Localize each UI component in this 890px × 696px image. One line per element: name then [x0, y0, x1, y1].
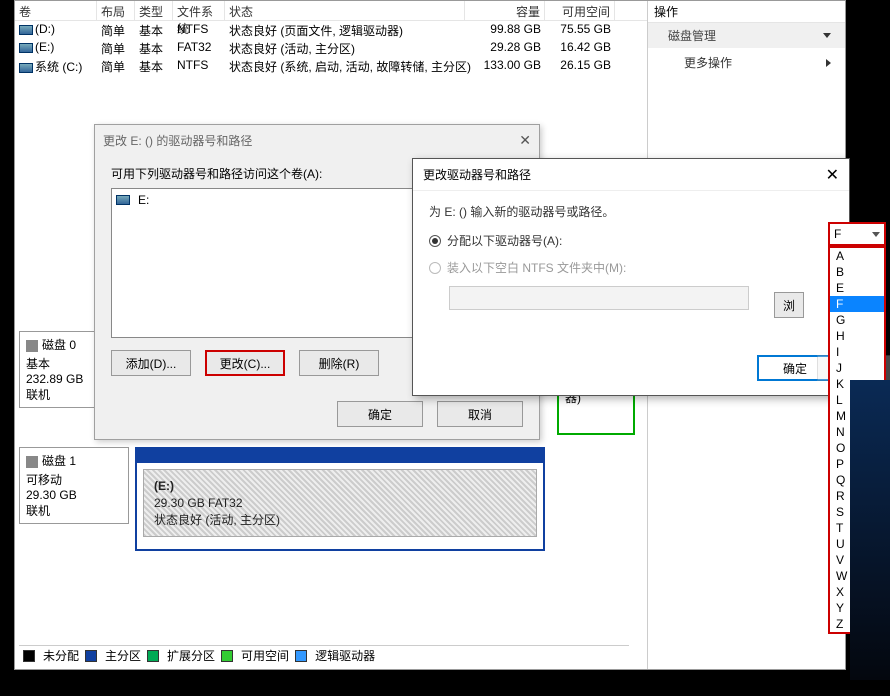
col-volume[interactable]: 卷 [15, 1, 97, 20]
actions-title: 操作 [648, 1, 845, 23]
partition-status: 状态良好 (活动, 主分区) [154, 512, 526, 529]
col-fs[interactable]: 文件系统 [173, 1, 225, 20]
drive-icon [19, 63, 33, 73]
dialog-title: 更改驱动器号和路径 [423, 166, 531, 183]
mount-path-input [449, 286, 749, 310]
radio-icon [429, 262, 441, 274]
legend-unallocated: 未分配 [43, 647, 79, 664]
add-button[interactable]: 添加(D)... [111, 350, 191, 376]
partition-name: (E:) [154, 479, 174, 493]
legend: 未分配 主分区 扩展分区 可用空间 逻辑驱动器 [19, 645, 629, 665]
vol-name: (E:) [35, 40, 54, 54]
partition-size: 29.30 GB FAT32 [154, 495, 526, 512]
dropdown-option[interactable]: G [830, 312, 884, 328]
col-type[interactable]: 类型 [135, 1, 173, 20]
browse-button[interactable]: 浏 [774, 292, 804, 318]
chevron-down-icon [872, 232, 880, 237]
drive-icon [19, 25, 33, 35]
col-layout[interactable]: 布局 [97, 1, 135, 20]
drive-icon [19, 43, 33, 53]
dropdown-option[interactable]: J [830, 360, 884, 376]
col-free[interactable]: 可用空间 [545, 1, 615, 20]
action-more[interactable]: 更多操作 [648, 48, 845, 75]
assign-letter-dialog: 更改驱动器号和路径 ✕ 为 E: () 输入新的驱动器号或路径。 分配以下驱动器… [412, 158, 850, 396]
drive-letter-combo[interactable]: F [828, 222, 886, 246]
dialog-message: 为 E: () 输入新的驱动器号或路径。 [429, 203, 833, 220]
legend-extended: 扩展分区 [167, 647, 215, 664]
legend-free: 可用空间 [241, 647, 289, 664]
combo-value: F [834, 227, 841, 241]
partition-e[interactable]: (E:) 29.30 GB FAT32 状态良好 (活动, 主分区) [135, 447, 545, 551]
radio-assign-letter[interactable]: 分配以下驱动器号(A): [429, 232, 833, 249]
taskbar-edge [850, 380, 890, 680]
dropdown-option[interactable]: F [830, 296, 884, 312]
dropdown-option[interactable]: I [830, 344, 884, 360]
radio-mount-folder[interactable]: 装入以下空白 NTFS 文件夹中(M): [429, 259, 833, 276]
change-button[interactable]: 更改(C)... [205, 350, 285, 376]
disk1-block[interactable]: 磁盘 1 可移动 29.30 GB 联机 [19, 447, 129, 524]
chevron-down-icon [823, 33, 831, 38]
dropdown-option[interactable]: E [830, 280, 884, 296]
col-capacity[interactable]: 容量 [465, 1, 545, 20]
vol-name: (D:) [35, 22, 55, 36]
dialog-title: 更改 E: () 的驱动器号和路径 [103, 132, 252, 149]
close-icon[interactable]: ✕ [519, 132, 531, 149]
radio-icon [429, 235, 441, 247]
dropdown-option[interactable]: A [830, 248, 884, 264]
disk-title: 磁盘 1 [26, 452, 122, 469]
vol-name: 系统 (C:) [35, 60, 82, 74]
remove-button[interactable]: 删除(R) [299, 350, 379, 376]
chevron-right-icon [826, 59, 831, 67]
close-icon[interactable]: ✕ [826, 165, 839, 185]
ok-button[interactable]: 确定 [337, 401, 423, 427]
drive-icon [116, 195, 130, 205]
legend-logical: 逻辑驱动器 [315, 647, 375, 664]
dropdown-option[interactable]: H [830, 328, 884, 344]
dropdown-option[interactable]: B [830, 264, 884, 280]
cancel-button[interactable]: 取消 [437, 401, 523, 427]
action-disk-management[interactable]: 磁盘管理 [648, 23, 845, 48]
legend-primary: 主分区 [105, 647, 141, 664]
col-status[interactable]: 状态 [225, 1, 465, 20]
